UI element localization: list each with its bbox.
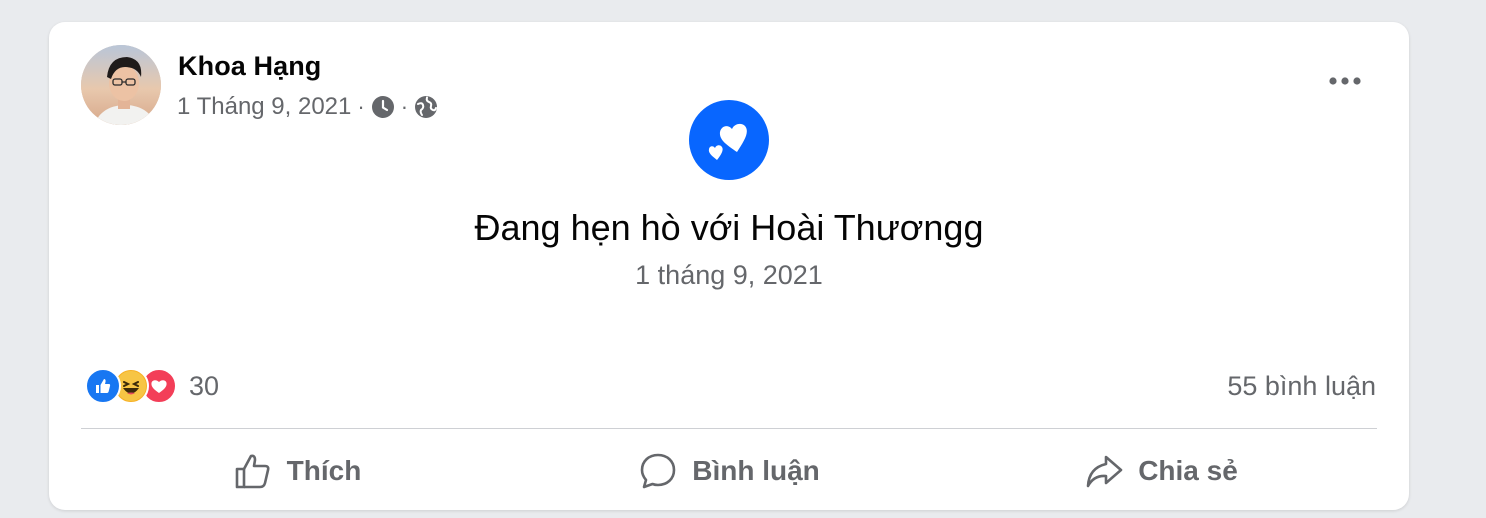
avatar-photo — [81, 45, 161, 125]
more-horizontal-icon — [1329, 77, 1361, 85]
share-label: Chia sẻ — [1138, 455, 1238, 486]
life-event-date: 1 tháng 9, 2021 — [635, 260, 823, 290]
post-actions: Thích Bình luận Chia sẻ — [81, 440, 1377, 502]
action-divider — [81, 428, 1377, 429]
life-event-title: Đang hẹn hò với Hoài Thươngg — [474, 207, 984, 248]
globe-icon[interactable] — [414, 95, 438, 119]
post-date[interactable]: 1 Tháng 9, 2021 — [177, 93, 351, 121]
meta-separator: · — [400, 94, 409, 119]
more-options-button[interactable] — [1325, 66, 1365, 96]
clock-icon — [371, 95, 395, 119]
thumbs-up-icon — [235, 454, 270, 489]
hearts-icon — [708, 123, 747, 160]
post-meta: 1 Tháng 9, 2021 · · — [177, 92, 438, 122]
reactions-count[interactable]: 30 — [189, 371, 219, 402]
author-name[interactable]: Khoa Hạng — [178, 51, 321, 82]
post-card: Khoa Hạng 1 Tháng 9, 2021 · · Đang hẹn h… — [49, 22, 1409, 510]
comment-label: Bình luận — [692, 455, 820, 486]
share-button[interactable]: Chia sẻ — [945, 440, 1377, 502]
author-avatar[interactable] — [81, 45, 161, 125]
share-arrow-icon — [1086, 455, 1123, 488]
like-reaction-icon — [85, 368, 121, 404]
comment-bubble-icon — [640, 453, 676, 489]
comments-count[interactable]: 55 bình luận — [1227, 371, 1376, 402]
like-label: Thích — [286, 455, 362, 486]
comment-button[interactable]: Bình luận — [513, 440, 945, 502]
life-event-badge — [689, 100, 769, 180]
reactions-summary[interactable]: 30 — [85, 368, 219, 404]
meta-separator: · — [357, 94, 365, 119]
like-button[interactable]: Thích — [81, 440, 513, 502]
